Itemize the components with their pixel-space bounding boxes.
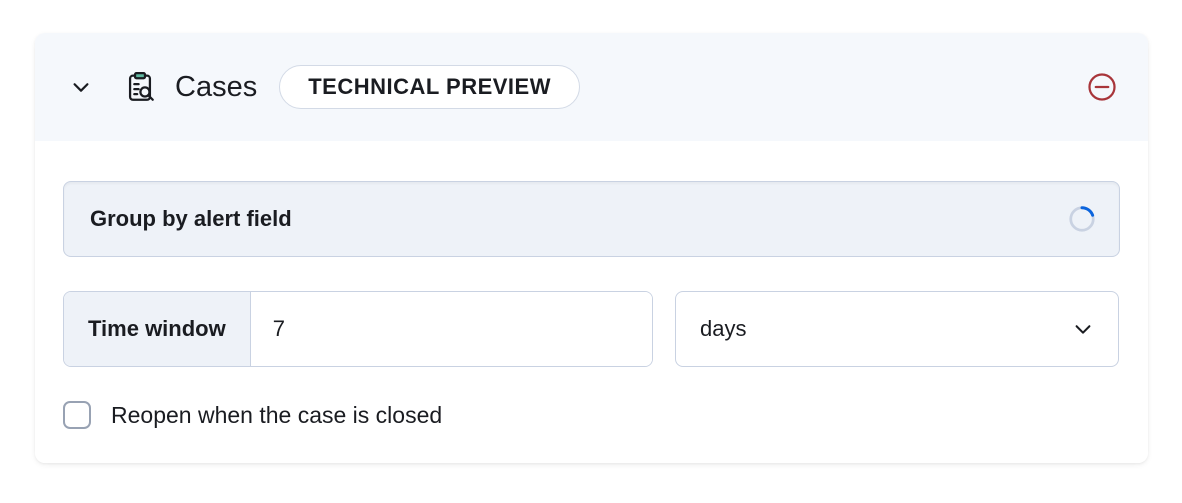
time-window-row: Time window days bbox=[63, 291, 1120, 367]
group-by-label: Group by alert field bbox=[90, 206, 292, 232]
chevron-down-icon bbox=[1072, 318, 1094, 340]
reopen-checkbox-label: Reopen when the case is closed bbox=[111, 402, 442, 429]
panel-title: Cases bbox=[175, 71, 257, 104]
remove-button[interactable] bbox=[1084, 69, 1120, 105]
cases-panel: Cases TECHNICAL PREVIEW Group by alert f… bbox=[35, 33, 1148, 463]
collapse-toggle[interactable] bbox=[63, 69, 99, 105]
group-by-row: Group by alert field bbox=[63, 181, 1120, 257]
time-window-unit-select[interactable]: days bbox=[675, 291, 1119, 367]
remove-circle-icon bbox=[1087, 72, 1117, 102]
time-window-field: Time window bbox=[63, 291, 653, 367]
panel-header: Cases TECHNICAL PREVIEW bbox=[35, 33, 1148, 141]
technical-preview-badge: TECHNICAL PREVIEW bbox=[279, 65, 580, 109]
reopen-checkbox[interactable] bbox=[63, 401, 91, 429]
reopen-checkbox-row: Reopen when the case is closed bbox=[63, 401, 1120, 429]
chevron-down-icon bbox=[70, 76, 92, 98]
time-window-unit-value: days bbox=[700, 316, 746, 342]
clipboard-search-icon bbox=[123, 70, 157, 104]
panel-body: Group by alert field Time window days bbox=[35, 141, 1148, 463]
time-window-input[interactable] bbox=[251, 292, 652, 366]
group-by-alert-field-input[interactable]: Group by alert field bbox=[63, 181, 1120, 257]
time-window-label: Time window bbox=[64, 292, 251, 366]
loading-spinner-icon bbox=[1067, 204, 1097, 234]
